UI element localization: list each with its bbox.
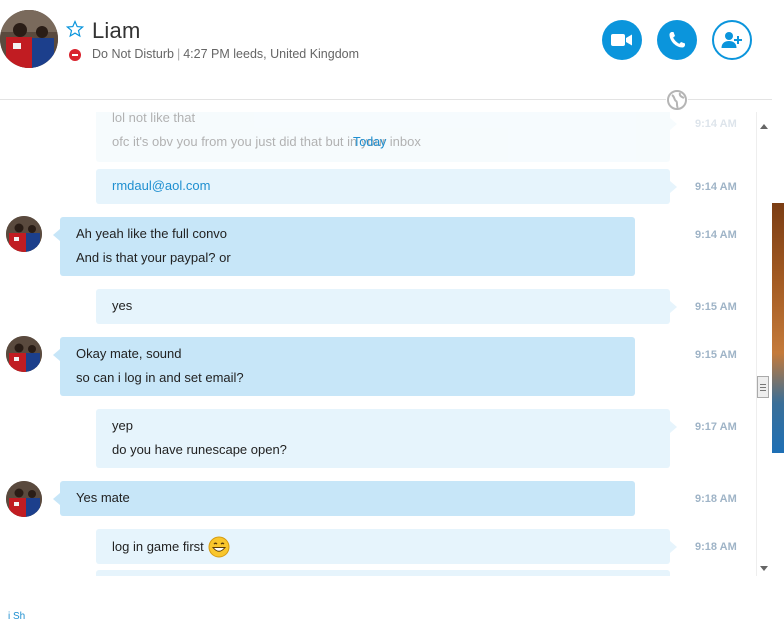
grin-emoticon-icon (208, 536, 230, 557)
message-list[interactable]: lol not like that ofc it's obv you from … (0, 112, 756, 576)
message-bubble-sent[interactable]: rmdaul@aol.com (96, 169, 677, 204)
contact-avatar[interactable] (0, 10, 58, 68)
header-divider (0, 99, 772, 100)
message-bubble-received[interactable]: Okay mate, sound so can i log in and set… (53, 337, 635, 396)
scroll-down-arrow-icon[interactable] (760, 566, 768, 571)
scrollbar-thumb[interactable] (757, 376, 769, 398)
sender-avatar[interactable] (6, 336, 42, 372)
scroll-up-arrow-icon[interactable] (760, 124, 768, 129)
conversation-header: Liam Do Not Disturb | 4:27 PM leeds, Unite… (0, 0, 784, 100)
date-separator: Today (353, 135, 387, 149)
message-time: 9:14 AM (695, 229, 737, 241)
add-people-button[interactable] (712, 20, 752, 60)
message-line: so can i log in and set email? (76, 370, 244, 385)
do-not-disturb-icon (69, 49, 81, 61)
message-time: 9:18 AM (695, 541, 737, 553)
message-time: 9:17 AM (695, 421, 737, 433)
contact-status: Do Not Disturb | 4:27 PM leeds, United Kin… (92, 47, 359, 61)
message-line: Yes mate (76, 490, 130, 505)
message-bubble-sent[interactable]: yep do you have runescape open? (96, 409, 677, 468)
video-call-button[interactable] (602, 20, 642, 60)
phone-icon (669, 32, 685, 48)
message-bubble-received[interactable]: Yes mate (53, 481, 635, 516)
message-line: yep (112, 418, 133, 433)
message-line: yes (112, 298, 133, 313)
message-line: do you have runescape open? (112, 442, 287, 457)
email-link[interactable]: rmdaul@aol.com (112, 178, 210, 193)
message-time: 9:14 AM (695, 181, 737, 193)
video-camera-icon (611, 34, 632, 46)
message-bubble-sent[interactable] (96, 570, 670, 576)
sender-avatar[interactable] (6, 216, 42, 252)
message-line: Ah yeah like the full convo (76, 226, 228, 241)
status-separator: | (176, 47, 181, 61)
audio-call-button[interactable] (657, 20, 697, 60)
message-line: And is that your paypal? or (76, 250, 231, 265)
message-line: lol not like that (112, 112, 196, 125)
message-bubble-sent[interactable]: log in game first (96, 529, 677, 564)
message-time: 9:18 AM (695, 493, 737, 505)
message-bubble-received[interactable]: Ah yeah like the full convo And is that … (53, 217, 635, 276)
message-line: Okay mate, sound (76, 346, 182, 361)
partial-footer-link[interactable]: i Sh (8, 611, 25, 622)
message-time: 9:15 AM (695, 301, 737, 313)
presence-text: Do Not Disturb (92, 47, 174, 61)
contact-name: Liam (92, 18, 141, 43)
message-bubble-sent[interactable]: yes (96, 289, 677, 324)
local-time-text: 4:27 PM leeds, United Kingdom (183, 47, 360, 61)
chat-scrollbar[interactable] (756, 112, 771, 576)
message-time: 9:14 AM (695, 118, 737, 130)
favorite-star-icon[interactable] (66, 20, 84, 38)
message-time: 9:15 AM (695, 349, 737, 361)
sender-avatar[interactable] (6, 481, 42, 517)
background-window-photo (772, 203, 784, 453)
translate-globe-icon[interactable] (666, 89, 688, 111)
message-line: log in game first (112, 538, 204, 554)
add-person-icon (721, 32, 742, 48)
